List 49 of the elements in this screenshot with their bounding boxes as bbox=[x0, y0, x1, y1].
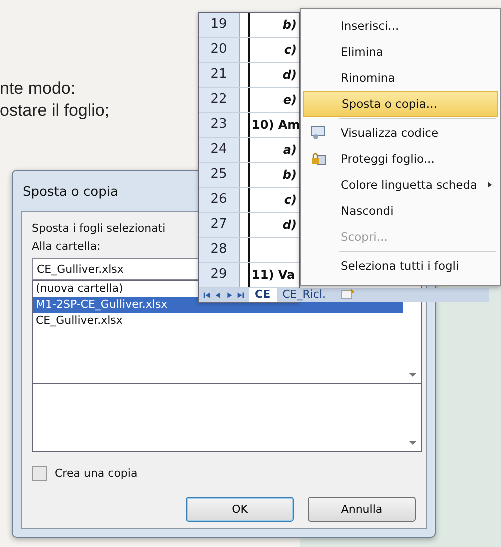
cell-text: d) bbox=[282, 67, 297, 84]
ok-button[interactable]: OK bbox=[186, 497, 294, 522]
lock-sheet-icon bbox=[311, 152, 327, 166]
menu-item[interactable]: Visualizza codice bbox=[303, 120, 498, 146]
menu-item[interactable]: Rinomina bbox=[303, 65, 498, 91]
row-header[interactable]: 23 bbox=[199, 113, 240, 137]
row-header[interactable]: 22 bbox=[199, 88, 240, 112]
dialog-heading: Sposta i fogli selezionati bbox=[32, 221, 166, 237]
folder-label: Alla cartella: bbox=[32, 239, 101, 255]
row-header[interactable]: 26 bbox=[199, 188, 240, 212]
row-header[interactable]: 27 bbox=[199, 213, 240, 237]
cell-text: e) bbox=[283, 92, 297, 109]
row-header[interactable]: 19 bbox=[199, 13, 240, 37]
scroll-down-icon[interactable] bbox=[409, 441, 417, 445]
cancel-button[interactable]: Annulla bbox=[308, 497, 416, 522]
row-header[interactable]: 28 bbox=[199, 238, 240, 262]
sheet-nav-prev-icon[interactable] bbox=[214, 290, 223, 300]
menu-item[interactable]: Proteggi foglio... bbox=[303, 146, 498, 172]
cell-text: c) bbox=[284, 192, 297, 209]
menu-item[interactable]: Inserisci... bbox=[303, 13, 498, 39]
list-item[interactable]: CE_Gulliver.xlsx bbox=[33, 313, 403, 329]
checkbox-label[interactable]: Crea una copia bbox=[55, 467, 138, 480]
row-header[interactable]: 21 bbox=[199, 63, 240, 87]
row-header[interactable]: 20 bbox=[199, 38, 240, 62]
code-window-icon bbox=[311, 126, 327, 140]
sheet-nav-last-icon[interactable] bbox=[236, 290, 245, 300]
insert-sheet-icon[interactable] bbox=[340, 289, 356, 301]
cell-text: d) bbox=[282, 217, 297, 234]
menu-item[interactable]: Sposta o copia... bbox=[303, 91, 498, 117]
menu-item[interactable]: Nascondi bbox=[303, 198, 498, 224]
sheet-tab[interactable]: CE bbox=[249, 288, 277, 302]
menu-item[interactable]: Elimina bbox=[303, 39, 498, 65]
row-header[interactable]: 29 bbox=[199, 263, 240, 287]
cell-text: a) bbox=[283, 142, 297, 159]
cell-text: c) bbox=[284, 42, 297, 59]
checkbox[interactable] bbox=[32, 466, 47, 481]
printed-text: ostare il foglio; bbox=[0, 100, 110, 122]
row-header[interactable]: 25 bbox=[199, 163, 240, 187]
printed-text: nte modo: bbox=[0, 78, 77, 100]
dialog-title: Sposta o copia bbox=[23, 185, 118, 200]
menu-item[interactable]: Colore linguetta scheda bbox=[303, 172, 498, 198]
cell-text: b) bbox=[282, 17, 297, 34]
cell-text: b) bbox=[282, 167, 297, 184]
menu-item[interactable]: Seleziona tutti i fogli bbox=[303, 253, 498, 279]
sheet-nav-first-icon[interactable] bbox=[203, 290, 212, 300]
sheet-list[interactable] bbox=[32, 384, 422, 452]
sheet-nav-next-icon[interactable] bbox=[225, 290, 234, 300]
row-header[interactable]: 24 bbox=[199, 138, 240, 162]
scroll-down-icon[interactable] bbox=[409, 373, 417, 377]
